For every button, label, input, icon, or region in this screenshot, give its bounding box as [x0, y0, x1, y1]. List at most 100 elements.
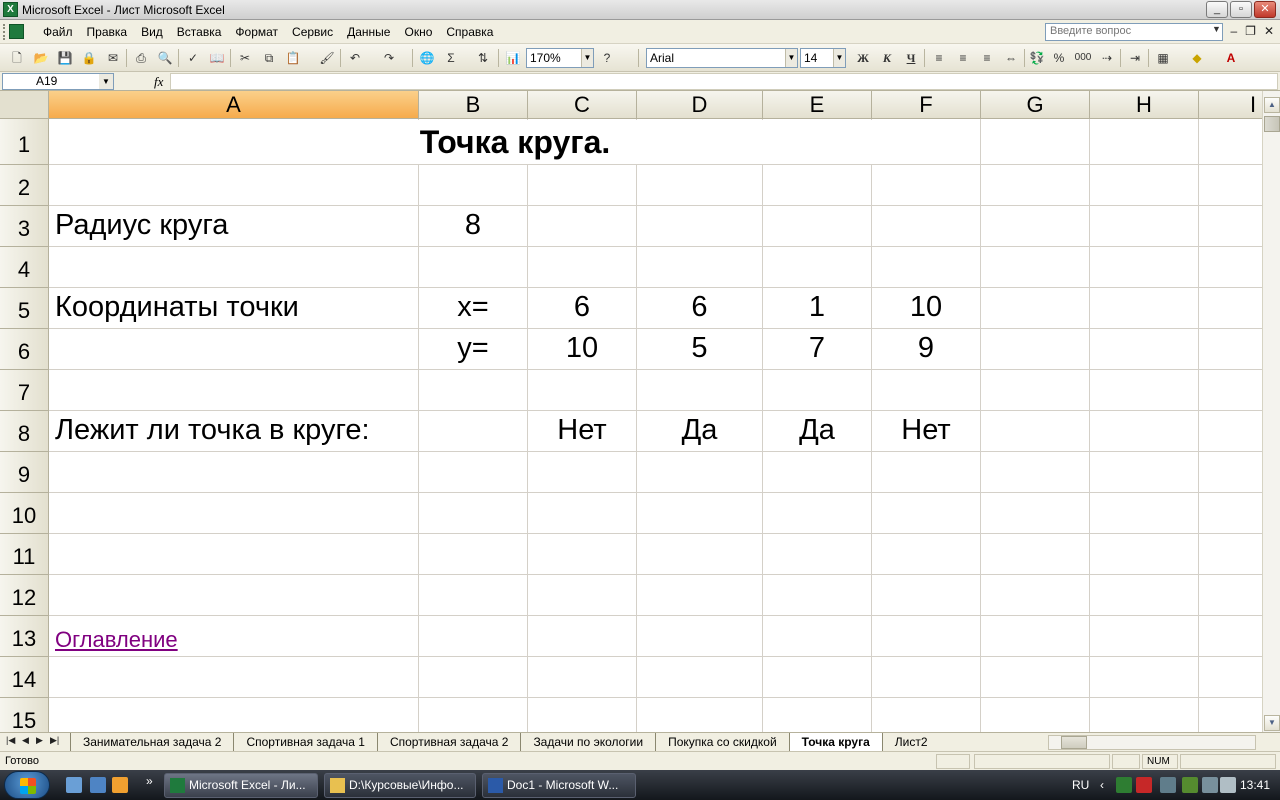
scroll-up-icon[interactable]: ▲ — [1264, 97, 1280, 113]
start-button[interactable] — [4, 771, 50, 799]
chevron-down-icon[interactable]: ▼ — [581, 49, 593, 67]
row-header-1[interactable]: 1 — [0, 119, 49, 165]
row-header-15[interactable]: 15 — [0, 698, 49, 732]
row-header-12[interactable]: 12 — [0, 575, 49, 616]
chevron-down-icon[interactable]: ▼ — [785, 49, 797, 67]
row-header-9[interactable]: 9 — [0, 452, 49, 493]
chevron-down-icon[interactable]: ▼ — [99, 74, 113, 89]
chevron-down-icon[interactable]: ▼ — [1212, 24, 1221, 34]
chevron-down-icon[interactable]: ▼ — [833, 49, 845, 67]
research-icon[interactable]: 📖 — [208, 49, 226, 67]
y-value-d[interactable]: 5 — [637, 332, 762, 365]
toolbar-grip[interactable] — [3, 24, 6, 40]
currency-icon[interactable]: 💱 — [1028, 49, 1046, 67]
undo-icon[interactable]: ↶ — [346, 49, 364, 67]
zoom-select[interactable]: 170% ▼ — [526, 48, 594, 68]
last-sheet-icon[interactable]: ▶| — [50, 735, 59, 746]
network-icon[interactable] — [1202, 777, 1218, 793]
insert-function-icon[interactable]: fx — [154, 74, 163, 90]
menu-tools[interactable]: Сервис — [285, 25, 340, 39]
worksheet-grid[interactable]: A B C D E F G H I 1 2 3 4 5 6 7 8 9 10 1… — [0, 91, 1262, 732]
y-value-e[interactable]: 7 — [763, 332, 871, 365]
taskbar-excel[interactable]: Microsoft Excel - Ли... — [164, 773, 318, 798]
sheet-tab[interactable]: Покупка со скидкой — [655, 733, 789, 751]
cut-icon[interactable]: ✂ — [236, 49, 254, 67]
open-folder-icon[interactable]: 📂 — [32, 49, 50, 67]
select-all-button[interactable] — [0, 91, 49, 119]
sort-ascending-icon[interactable]: ⇅ — [474, 49, 492, 67]
sheet-tab[interactable]: Лист2 — [881, 733, 940, 751]
name-box[interactable]: A19 ▼ — [2, 73, 114, 90]
menu-window[interactable]: Окно — [397, 25, 439, 39]
print-preview-icon[interactable]: 🔍 — [156, 49, 174, 67]
spelling-icon[interactable]: ✓ — [184, 49, 202, 67]
clock[interactable]: 13:41 — [1240, 778, 1270, 792]
column-header-h[interactable]: H — [1090, 91, 1199, 119]
email-icon[interactable]: ✉ — [104, 49, 122, 67]
result-d[interactable]: Да — [637, 414, 762, 447]
excel-app-icon[interactable]: X — [3, 2, 18, 17]
italic-button[interactable]: К — [878, 49, 896, 67]
menu-edit[interactable]: Правка — [80, 25, 135, 39]
close-button[interactable]: ✕ — [1254, 1, 1276, 18]
fill-color-icon[interactable]: ◆ — [1188, 49, 1206, 67]
comma-style-button[interactable]: 000 — [1074, 49, 1092, 67]
result-e[interactable]: Да — [763, 414, 871, 447]
column-header-f[interactable]: F — [872, 91, 981, 119]
sheet-tab[interactable]: Занимательная задача 2 — [70, 733, 234, 751]
tray-expand-icon[interactable]: ‹ — [1100, 778, 1104, 792]
increase-decimal-icon[interactable]: ⇢ — [1098, 49, 1116, 67]
workbook-minimize-button[interactable]: – — [1230, 24, 1237, 38]
quick-launch-more-icon[interactable]: » — [146, 774, 153, 788]
taskbar-word[interactable]: Doc1 - Microsoft W... — [482, 773, 636, 798]
menu-insert[interactable]: Вставка — [170, 25, 229, 39]
sheet-tab[interactable]: Задачи по экологии — [520, 733, 656, 751]
workbook-restore-button[interactable]: ❐ — [1245, 24, 1256, 38]
column-header-b[interactable]: B — [419, 91, 528, 119]
tray-app-icon[interactable] — [1182, 777, 1198, 793]
workbook-icon[interactable] — [9, 24, 24, 39]
radius-value[interactable]: 8 — [419, 209, 527, 242]
redo-icon[interactable]: ↷ — [380, 49, 398, 67]
row-header-5[interactable]: 5 — [0, 288, 49, 329]
row-header-2[interactable]: 2 — [0, 165, 49, 206]
scroll-down-icon[interactable]: ▼ — [1264, 715, 1280, 731]
row-header-6[interactable]: 6 — [0, 329, 49, 370]
print-icon[interactable]: ⎙ — [132, 49, 150, 67]
network-icon[interactable] — [1160, 777, 1176, 793]
horizontal-scroll-thumb[interactable] — [1061, 736, 1087, 749]
merge-center-icon[interactable]: ⇔ — [1002, 49, 1020, 67]
format-painter-icon[interactable]: 🖌 — [318, 49, 336, 67]
vertical-scrollbar[interactable]: ▲ ▼ — [1262, 91, 1280, 732]
row-header-14[interactable]: 14 — [0, 657, 49, 698]
paste-icon[interactable]: 📋 — [284, 49, 302, 67]
restore-button[interactable]: ▫ — [1230, 1, 1252, 18]
column-header-e[interactable]: E — [763, 91, 872, 119]
underline-button[interactable]: Ч — [902, 49, 920, 67]
workbook-close-button[interactable]: ✕ — [1264, 24, 1274, 38]
help-icon[interactable]: ? — [598, 49, 616, 67]
show-desktop-icon[interactable] — [66, 777, 82, 793]
indent-icon[interactable]: ⇥ — [1126, 49, 1144, 67]
column-header-g[interactable]: G — [981, 91, 1090, 119]
row-header-7[interactable]: 7 — [0, 370, 49, 411]
align-right-icon[interactable]: ≡ — [978, 49, 996, 67]
result-c[interactable]: Нет — [528, 414, 636, 447]
permission-icon[interactable]: 🔒 — [80, 49, 98, 67]
autosum-icon[interactable]: Σ — [442, 49, 460, 67]
font-color-icon[interactable]: A — [1222, 49, 1240, 67]
sheet-tab[interactable]: Спортивная задача 1 — [233, 733, 377, 751]
align-left-icon[interactable]: ≡ — [930, 49, 948, 67]
taskbar-folder[interactable]: D:\Курсовые\Инфо... — [324, 773, 476, 798]
sheet-tab-active[interactable]: Точка круга — [788, 733, 882, 751]
x-value-d[interactable]: 6 — [637, 291, 762, 324]
row-header-4[interactable]: 4 — [0, 247, 49, 288]
antivirus-icon[interactable] — [1136, 777, 1152, 793]
menu-view[interactable]: Вид — [134, 25, 170, 39]
percent-style-button[interactable]: % — [1050, 49, 1068, 67]
vertical-scroll-thumb[interactable] — [1264, 116, 1280, 132]
row-header-8[interactable]: 8 — [0, 411, 49, 452]
row-header-10[interactable]: 10 — [0, 493, 49, 534]
formula-input[interactable] — [170, 73, 1278, 90]
save-icon[interactable]: 💾 — [56, 49, 74, 67]
